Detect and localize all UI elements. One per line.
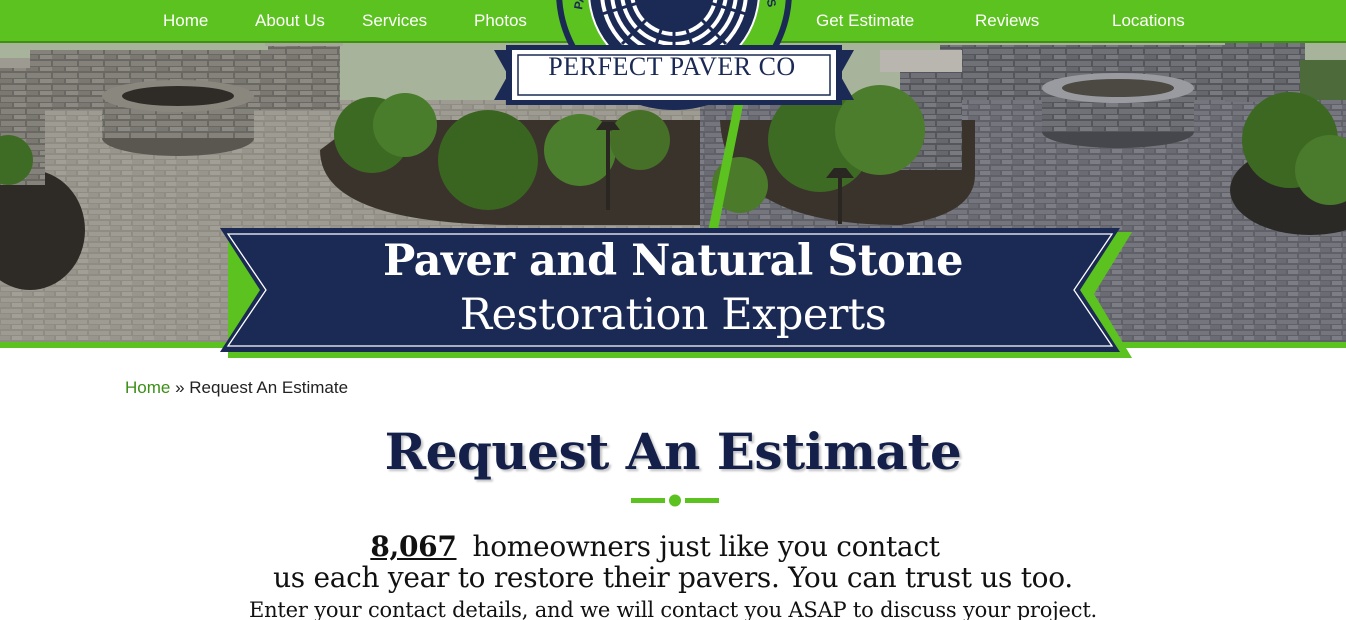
intro-line-2: us each year to restore their pavers. Yo… bbox=[273, 561, 1073, 594]
breadcrumb-current: Request An Estimate bbox=[189, 378, 349, 397]
logo-company-name: PERFECT PAVER CO bbox=[548, 52, 796, 81]
nav-home[interactable]: Home bbox=[163, 11, 208, 31]
intro-line-3: Enter your contact details, and we will … bbox=[248, 598, 1098, 620]
intro-line-1: 8,067 homeowners just like you contact bbox=[0, 530, 1310, 563]
page-title: Request An Estimate bbox=[384, 422, 962, 481]
breadcrumb: Home » Request An Estimate bbox=[125, 378, 348, 398]
nav-services[interactable]: Services bbox=[362, 11, 427, 31]
title-divider-icon bbox=[631, 494, 719, 507]
nav-locations[interactable]: Locations bbox=[1112, 11, 1185, 31]
breadcrumb-separator: » bbox=[170, 378, 190, 397]
breadcrumb-home-link[interactable]: Home bbox=[125, 378, 170, 397]
banner-headline: Paver and Natural Stone bbox=[382, 236, 964, 286]
nav-reviews[interactable]: Reviews bbox=[975, 11, 1039, 31]
perfect-paver-logo[interactable]: PAV RTS PERFECT PAVER CO bbox=[494, 0, 854, 132]
intro-line-1-text: homeowners just like you contact bbox=[472, 530, 940, 563]
nav-about-us[interactable]: About Us bbox=[255, 11, 325, 31]
banner-subheadline: Restoration Experts bbox=[459, 290, 887, 340]
homeowner-count: 8,067 bbox=[370, 530, 457, 563]
